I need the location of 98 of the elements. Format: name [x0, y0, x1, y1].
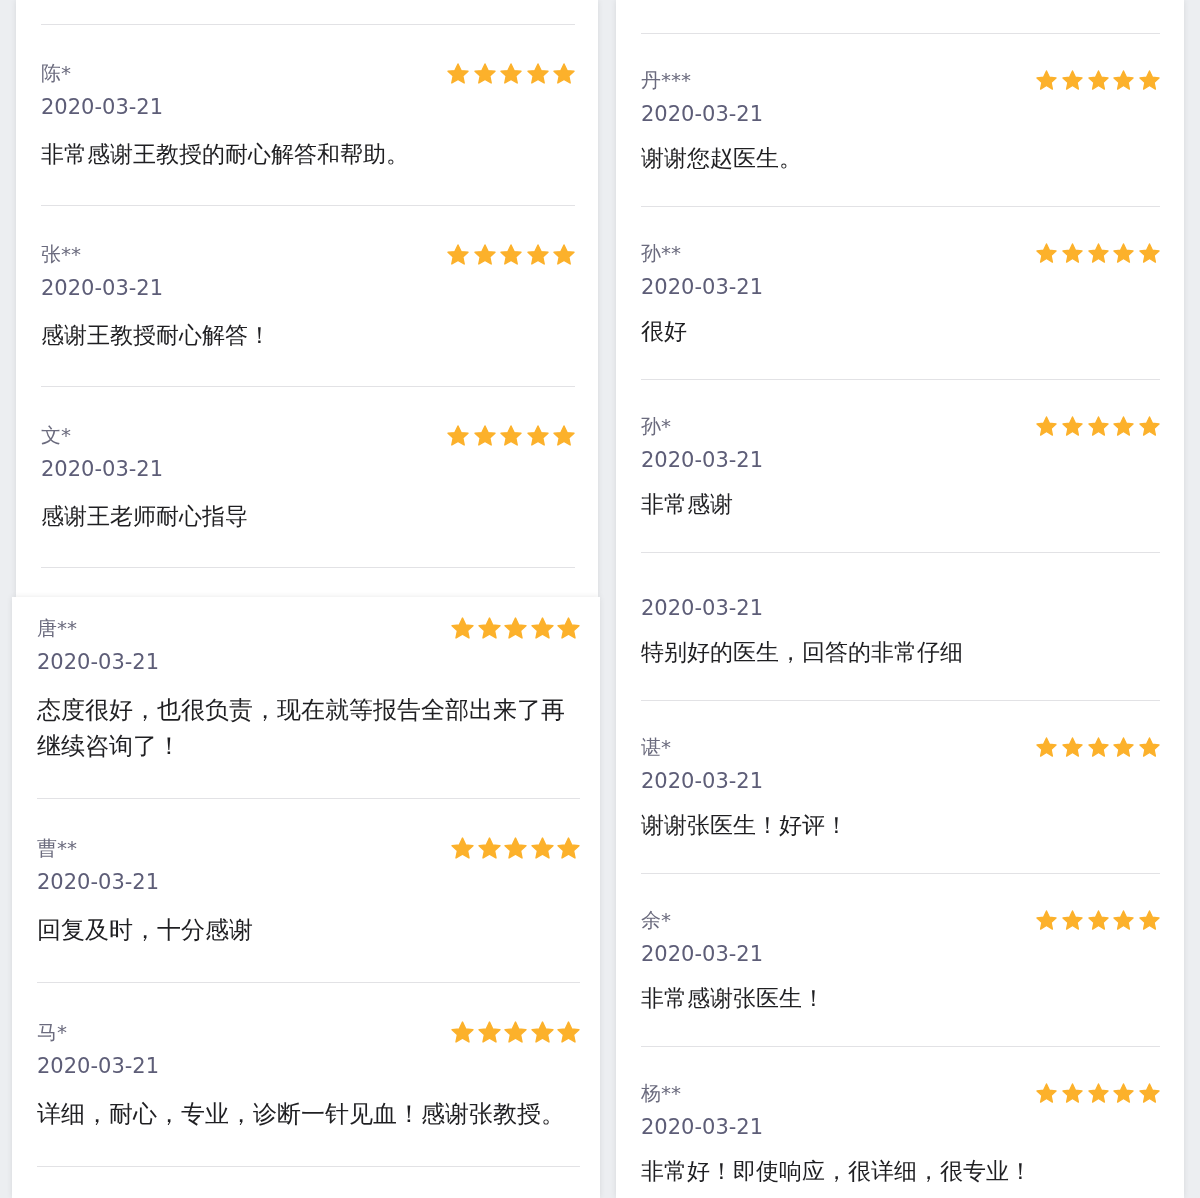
star-icon: [1036, 910, 1057, 930]
star-icon: [1139, 910, 1160, 930]
star-icon: [451, 1021, 474, 1043]
reviewer-name: 文*: [41, 422, 71, 449]
review-date: 2020-03-21: [37, 649, 161, 676]
review-text: 非常好！即使响应，很详细，很专业！: [641, 1157, 1033, 1186]
review-text: 很好: [641, 317, 688, 346]
star-icon: [553, 243, 575, 265]
star-icon: [473, 243, 496, 265]
review-text: 感谢王老师耐心指导: [41, 502, 249, 531]
review-date: 2020-03-21: [41, 94, 165, 121]
star-icon: [477, 1021, 501, 1043]
star-icon: [553, 424, 575, 446]
star-icon: [1036, 70, 1057, 90]
star-icon: [1139, 243, 1160, 263]
star-icon: [1139, 416, 1160, 436]
review-date: 2020-03-21: [37, 869, 161, 896]
review-text: 感谢王教授耐心解答！: [41, 321, 272, 350]
star-icon: [477, 837, 501, 859]
review-date: 2020-03-21: [41, 456, 165, 483]
star-icon: [1061, 70, 1083, 90]
star-icon: [1061, 1083, 1083, 1103]
review-text: 谢谢您赵医生。: [641, 144, 803, 173]
star-icon: [530, 837, 554, 859]
review-text: 详细，耐心，专业，诊断一针见血！感谢张教授。: [37, 1099, 566, 1130]
reviewer-name: 孙*: [641, 413, 671, 440]
review-date: 2020-03-21: [641, 595, 765, 622]
star-icon: [447, 243, 469, 265]
review-text: 特别好的医生，回答的非常仔细: [641, 638, 964, 667]
star-icon: [1113, 910, 1135, 930]
review-date: 2020-03-21: [641, 447, 765, 474]
star-icon: [557, 1021, 580, 1043]
star-icon: [557, 617, 580, 639]
star-icon: [1087, 243, 1109, 263]
star-icon: [1113, 737, 1135, 757]
review-text: 非常感谢王教授的耐心解答和帮助。: [41, 140, 410, 169]
star-icon: [451, 617, 474, 639]
star-icon: [447, 62, 469, 84]
reviewer-name: 余*: [641, 907, 671, 934]
star-icon: [500, 62, 522, 84]
star-icon: [1036, 737, 1057, 757]
star-icon: [1061, 737, 1083, 757]
review-date: 2020-03-21: [641, 1114, 765, 1141]
star-icon: [1087, 737, 1109, 757]
star-icon: [553, 62, 575, 84]
star-icon: [1139, 737, 1160, 757]
star-icon: [530, 617, 554, 639]
star-icon: [526, 62, 549, 84]
star-icon: [1113, 1083, 1135, 1103]
review-date: 2020-03-21: [641, 768, 765, 795]
star-icon: [1087, 1083, 1109, 1103]
review-text: 态度很好，也很负责，现在就等报告全部出来了再继续咨询了！: [37, 695, 566, 762]
star-icon: [1061, 243, 1083, 263]
reviewer-name: 张**: [41, 241, 81, 268]
star-icon: [1036, 416, 1057, 436]
star-icon: [473, 62, 496, 84]
star-icon: [1087, 910, 1109, 930]
review-date: 2020-03-21: [641, 941, 765, 968]
star-icon: [1139, 1083, 1160, 1103]
star-icon: [500, 424, 522, 446]
star-icon: [1139, 70, 1160, 90]
star-icon: [1087, 416, 1109, 436]
reviewer-name: 马*: [37, 1019, 67, 1046]
reviewer-name: 陈*: [41, 60, 71, 87]
review-date: 2020-03-21: [41, 275, 165, 302]
star-icon: [1061, 416, 1083, 436]
star-icon: [447, 424, 469, 446]
star-icon: [1036, 243, 1057, 263]
review-date: 2020-03-21: [37, 1053, 161, 1080]
star-icon: [526, 424, 549, 446]
star-icon: [1113, 243, 1135, 263]
star-icon: [1087, 70, 1109, 90]
star-icon: [451, 837, 474, 859]
reviewer-name: 曹**: [37, 835, 77, 862]
star-icon: [504, 837, 527, 859]
star-icon: [500, 243, 522, 265]
star-icon: [530, 1021, 554, 1043]
review-text: 回复及时，十分感谢: [37, 915, 254, 946]
review-date: 2020-03-21: [641, 101, 765, 128]
star-icon: [477, 617, 501, 639]
reviewer-name: 孙**: [641, 240, 681, 267]
star-icon: [504, 617, 527, 639]
star-icon: [1113, 70, 1135, 90]
star-icon: [504, 1021, 527, 1043]
reviewer-name: 丹***: [641, 67, 691, 94]
star-icon: [557, 837, 580, 859]
review-text: 谢谢张医生！好评！: [641, 811, 849, 840]
star-icon: [1113, 416, 1135, 436]
star-icon: [526, 243, 549, 265]
star-icon: [1061, 910, 1083, 930]
star-icon: [473, 424, 496, 446]
review-text: 非常感谢: [641, 490, 734, 519]
review-date: 2020-03-21: [641, 274, 765, 301]
reviewer-name: 唐**: [37, 615, 77, 642]
reviewer-name: 杨**: [641, 1080, 681, 1107]
review-text: 非常感谢张医生！: [641, 984, 826, 1013]
star-icon: [1036, 1083, 1057, 1103]
reviewer-name: 谌*: [641, 734, 671, 761]
